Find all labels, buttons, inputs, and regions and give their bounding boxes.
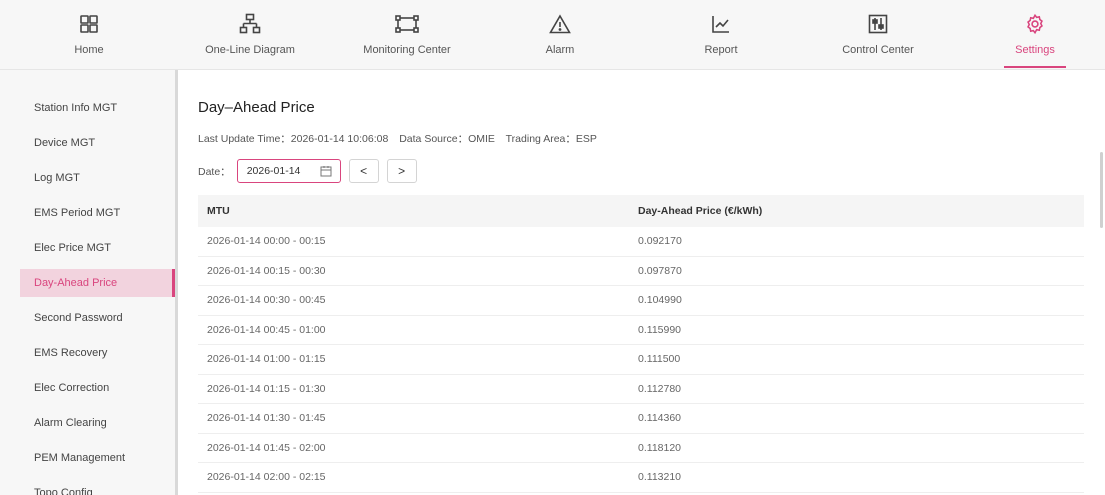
main-content: Day–Ahead Price Last Update Time：2026-01… bbox=[185, 70, 1105, 495]
mtu-cell: 2026-01-14 00:30 - 00:45 bbox=[207, 294, 326, 307]
sidebar-item-elec-correction[interactable]: Elec Correction bbox=[20, 374, 175, 402]
table-row: 2026-01-14 01:00 - 01:15 0.111500 bbox=[198, 345, 1084, 375]
top-navigation: Home One-Line Diagram Monitoring Center … bbox=[0, 0, 1105, 70]
table-row: 2026-01-14 00:45 - 01:00 0.115990 bbox=[198, 316, 1084, 345]
price-cell: 0.115990 bbox=[638, 323, 682, 336]
last-update-time: Last Update Time：2026-01-14 10:06:08 bbox=[198, 133, 389, 145]
sidebar-item-alarm-clearing[interactable]: Alarm Clearing bbox=[20, 409, 175, 437]
price-cell: 0.114360 bbox=[638, 412, 682, 425]
nav-label: Control Center bbox=[842, 44, 914, 56]
price-cell: 0.104990 bbox=[638, 294, 682, 307]
nav-item-report[interactable]: Report bbox=[700, 0, 742, 70]
sidebar-item-day-ahead-price[interactable]: Day-Ahead Price bbox=[20, 269, 175, 297]
sidebar-item-pem-management[interactable]: PEM Management bbox=[20, 444, 175, 472]
data-source: Data Source：OMIE bbox=[399, 133, 495, 145]
nav-item-home[interactable]: Home bbox=[60, 0, 118, 70]
sidebar: Station Info MGT Device MGT Log MGT EMS … bbox=[0, 70, 178, 495]
grid-icon bbox=[79, 13, 99, 35]
mtu-cell: 2026-01-14 01:15 - 01:30 bbox=[207, 382, 326, 395]
sidebar-item-log-mgt[interactable]: Log MGT bbox=[20, 164, 175, 192]
sliders-icon bbox=[868, 13, 888, 35]
sidebar-item-ems-period-mgt[interactable]: EMS Period MGT bbox=[20, 199, 175, 227]
hierarchy-icon bbox=[239, 13, 261, 35]
date-filter: Date： 2026-01-14 < > bbox=[198, 159, 417, 183]
table-row: 2026-01-14 00:15 - 00:30 0.097870 bbox=[198, 257, 1084, 286]
table-row: 2026-01-14 00:00 - 00:15 0.092170 bbox=[198, 227, 1084, 257]
nav-item-settings[interactable]: Settings bbox=[1004, 0, 1066, 70]
table-row: 2026-01-14 01:15 - 01:30 0.112780 bbox=[198, 375, 1084, 404]
price-cell: 0.118120 bbox=[638, 441, 682, 454]
update-info: Last Update Time：2026-01-14 10:06:08 Dat… bbox=[198, 131, 605, 146]
price-cell: 0.092170 bbox=[638, 235, 682, 248]
nav-label: Settings bbox=[1015, 44, 1055, 56]
mtu-cell: 2026-01-14 00:15 - 00:30 bbox=[207, 264, 326, 277]
gear-icon bbox=[1024, 13, 1046, 35]
sidebar-item-second-password[interactable]: Second Password bbox=[20, 304, 175, 332]
mtu-cell: 2026-01-14 02:00 - 02:15 bbox=[207, 471, 326, 484]
price-cell: 0.097870 bbox=[638, 264, 682, 277]
date-label: Date： bbox=[198, 165, 231, 178]
previous-date-button[interactable]: < bbox=[348, 159, 379, 183]
mtu-cell: 2026-01-14 00:00 - 00:15 bbox=[207, 235, 326, 248]
chevron-right-icon: > bbox=[398, 164, 406, 178]
page-title: Day–Ahead Price bbox=[198, 99, 315, 116]
mtu-cell: 2026-01-14 01:30 - 01:45 bbox=[207, 412, 326, 425]
price-cell: 0.112780 bbox=[638, 382, 682, 395]
price-cell: 0.113210 bbox=[638, 471, 682, 484]
monitor-frame-icon bbox=[395, 13, 419, 35]
price-table: MTU Day-Ahead Price (€/kWh) 2026-01-14 0… bbox=[198, 195, 1084, 493]
sidebar-item-station-info-mgt[interactable]: Station Info MGT bbox=[20, 94, 175, 122]
table-row: 2026-01-14 00:30 - 00:45 0.104990 bbox=[198, 286, 1084, 316]
nav-label: Report bbox=[704, 44, 738, 56]
active-tab-underline bbox=[1004, 66, 1066, 68]
mtu-cell: 2026-01-14 00:45 - 01:00 bbox=[207, 323, 326, 336]
mtu-cell: 2026-01-14 01:45 - 02:00 bbox=[207, 441, 326, 454]
nav-label: Monitoring Center bbox=[363, 44, 451, 56]
nav-label: Alarm bbox=[545, 44, 575, 56]
next-date-button[interactable]: > bbox=[386, 159, 417, 183]
vertical-scrollbar[interactable] bbox=[1100, 152, 1103, 228]
line-chart-icon bbox=[711, 13, 731, 35]
calendar-icon bbox=[320, 165, 332, 180]
nav-item-control-center[interactable]: Control Center bbox=[838, 0, 918, 70]
table-header: MTU Day-Ahead Price (€/kWh) bbox=[198, 195, 1084, 227]
column-header-mtu: MTU bbox=[207, 205, 230, 217]
chevron-left-icon: < bbox=[360, 164, 368, 178]
table-row: 2026-01-14 01:45 - 02:00 0.118120 bbox=[198, 434, 1084, 463]
date-picker-input[interactable]: 2026-01-14 bbox=[236, 159, 341, 183]
column-header-price: Day-Ahead Price (€/kWh) bbox=[638, 205, 763, 217]
trading-area: Trading Area：ESP bbox=[505, 133, 597, 145]
sidebar-item-topo-config[interactable]: Topo Config bbox=[20, 479, 175, 495]
nav-item-alarm[interactable]: Alarm bbox=[540, 0, 580, 70]
date-value: 2026-01-14 bbox=[246, 165, 301, 177]
nav-label: Home bbox=[74, 44, 104, 56]
nav-label: One-Line Diagram bbox=[205, 44, 295, 56]
price-cell: 0.111500 bbox=[638, 353, 681, 366]
mtu-cell: 2026-01-14 01:00 - 01:15 bbox=[207, 353, 326, 366]
table-row: 2026-01-14 01:30 - 01:45 0.114360 bbox=[198, 404, 1084, 434]
nav-item-monitoring-center[interactable]: Monitoring Center bbox=[354, 0, 460, 70]
warning-triangle-icon bbox=[549, 13, 571, 35]
nav-item-one-line-diagram[interactable]: One-Line Diagram bbox=[198, 0, 302, 70]
table-row: 2026-01-14 02:00 - 02:15 0.113210 bbox=[198, 463, 1084, 493]
sidebar-item-device-mgt[interactable]: Device MGT bbox=[20, 129, 175, 157]
sidebar-item-elec-price-mgt[interactable]: Elec Price MGT bbox=[20, 234, 175, 262]
sidebar-item-ems-recovery[interactable]: EMS Recovery bbox=[20, 339, 175, 367]
